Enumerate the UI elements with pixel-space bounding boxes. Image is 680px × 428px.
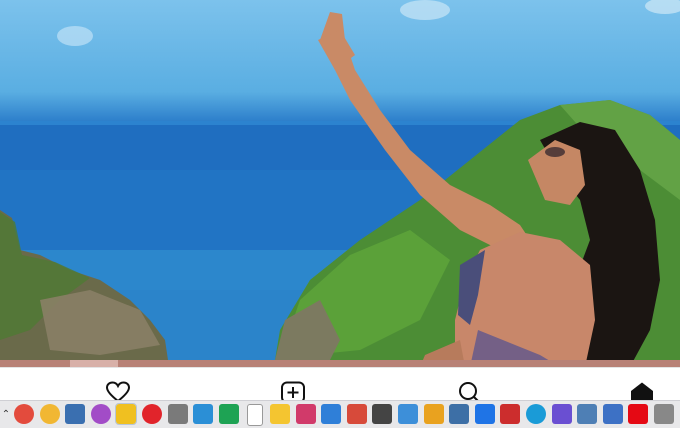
taskbar-hat-icon[interactable] (552, 404, 572, 424)
taskbar-dropbox-icon[interactable] (475, 404, 495, 424)
taskbar-download-arrow-icon[interactable] (193, 404, 213, 424)
taskbar-netflix-icon[interactable] (628, 404, 648, 424)
taskbar-vector-icon[interactable] (424, 404, 444, 424)
taskbar-image-app-icon[interactable] (398, 404, 418, 424)
taskbar-calendar-icon[interactable] (321, 404, 341, 424)
taskbar-filter-icon[interactable] (168, 404, 188, 424)
taskbar-chrome-icon[interactable] (14, 404, 34, 424)
taskbar-notes-icon[interactable] (270, 404, 290, 424)
taskbar-opera-icon[interactable] (142, 404, 162, 424)
taskbar-butterfly-icon[interactable] (296, 404, 316, 424)
taskbar-document-icon[interactable] (247, 404, 263, 426)
post-photo (0, 0, 680, 367)
taskbar-green-app-icon[interactable] (219, 404, 239, 424)
taskbar-calculator-icon[interactable] (372, 404, 392, 424)
taskbar-media-player-icon[interactable] (500, 404, 520, 424)
app-nav-bar (0, 367, 680, 403)
taskbar-edge-icon[interactable] (526, 404, 546, 424)
windows-taskbar: ⌃ (0, 400, 680, 428)
chevron-up-icon[interactable]: ⌃ (0, 401, 12, 428)
taskbar-search-app-icon[interactable] (115, 403, 137, 425)
taskbar-chrome-icon-2[interactable] (40, 404, 60, 424)
taskbar-desktop-icon[interactable] (577, 404, 597, 424)
taskbar-picasa-icon[interactable] (91, 404, 111, 424)
taskbar-screen-capture-icon[interactable] (65, 404, 85, 424)
taskbar-settings-icon[interactable] (654, 404, 674, 424)
taskbar-snipping-icon[interactable] (347, 404, 367, 424)
taskbar-upload-icon[interactable] (449, 404, 469, 424)
photo-illustration (0, 0, 680, 367)
taskbar-monitor-icon[interactable] (603, 404, 623, 424)
